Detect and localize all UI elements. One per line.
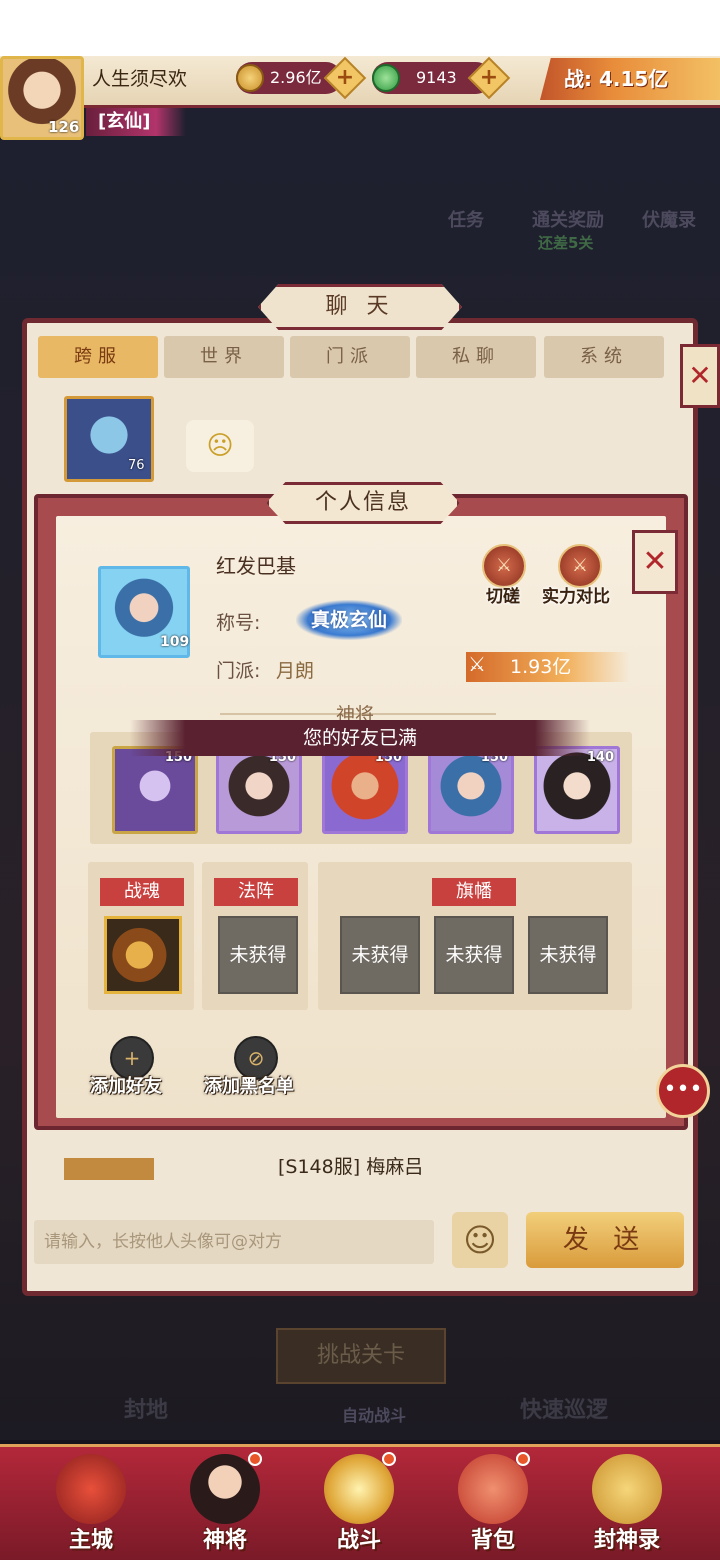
formation-label: 法阵 xyxy=(214,878,298,906)
chat-message-text: [S148服] 梅麻吕 xyxy=(278,1156,424,1178)
gold-value: 2.96亿 xyxy=(270,68,322,87)
add-friend-icon: + xyxy=(123,1046,141,1070)
spar-label: 切磋 xyxy=(486,587,520,607)
banner-slot: 未获得 xyxy=(434,916,514,994)
nav-main-city[interactable]: 主城 xyxy=(36,1450,146,1556)
tab-cross-server[interactable]: 跨服 xyxy=(38,336,158,378)
message-avatar-2[interactable] xyxy=(64,1158,154,1180)
general-card[interactable]: 150 xyxy=(216,746,302,834)
add-blacklist-label[interactable]: 添加黑名单 xyxy=(204,1072,294,1098)
notification-dot xyxy=(516,1452,530,1466)
sect-value: 月朗 xyxy=(276,660,315,682)
target-power: 1.93亿 xyxy=(466,652,630,682)
general-card[interactable]: 150 xyxy=(322,746,408,834)
player-level: 126 xyxy=(48,118,80,136)
gold-coin-icon xyxy=(236,64,264,92)
title-badge: 真极玄仙 xyxy=(296,600,402,640)
player-rank: [玄仙] xyxy=(86,108,186,136)
add-friend-label[interactable]: 添加好友 xyxy=(90,1072,162,1098)
general-portrait-icon xyxy=(190,1454,260,1524)
crossed-swords-icon xyxy=(324,1454,394,1524)
spar-icon: ⚔ xyxy=(495,555,513,576)
emoji-message-icon: ☹ xyxy=(186,420,254,472)
chat-input[interactable]: 请输入，长按他人头像可@对方 xyxy=(34,1220,434,1264)
emoji-button[interactable]: ☺ xyxy=(452,1212,508,1268)
task-label: 任务 xyxy=(448,210,484,231)
status-bar xyxy=(0,0,720,56)
target-level: 109 xyxy=(160,634,190,650)
sword-icon: ⚔ xyxy=(468,652,486,676)
blacklist-icon: ⊘ xyxy=(247,1046,265,1070)
chat-bubble-icon: ••• xyxy=(663,1077,703,1102)
nav-backpack[interactable]: 背包 xyxy=(438,1450,548,1556)
tab-world[interactable]: 世界 xyxy=(164,336,284,378)
banner-slot: 未获得 xyxy=(340,916,420,994)
remaining-levels: 还差5关 xyxy=(538,234,594,252)
tab-system[interactable]: 系统 xyxy=(544,336,664,378)
banner-label: 旗幡 xyxy=(432,878,516,906)
sect-label: 门派: xyxy=(216,660,261,682)
chat-bubble-button[interactable]: ••• xyxy=(656,1064,710,1118)
chat-close-button[interactable]: ✕ xyxy=(680,344,720,408)
profile-title: 个人信息 xyxy=(266,482,460,524)
title-label: 称号: xyxy=(216,612,261,634)
general-card[interactable]: 140 xyxy=(534,746,620,834)
chat-title: 聊 天 xyxy=(258,284,462,330)
tab-sect[interactable]: 门派 xyxy=(290,336,410,378)
jade-icon xyxy=(372,64,400,92)
quick-patrol-label: 快速巡逻 xyxy=(520,1398,609,1423)
city-gate-icon xyxy=(56,1454,126,1524)
clear-reward-label: 通关奖励 xyxy=(532,210,604,231)
banner-slot: 未获得 xyxy=(528,916,608,994)
notification-dot xyxy=(248,1452,262,1466)
nav-generals[interactable]: 神将 xyxy=(170,1450,280,1556)
notification-dot xyxy=(382,1452,396,1466)
total-power: 战: 4.15亿 xyxy=(540,58,720,100)
fief-label: 封地 xyxy=(124,1398,169,1423)
formation-slot: 未获得 xyxy=(218,916,298,994)
demon-record-label: 伏魔录 xyxy=(642,210,696,231)
send-button[interactable]: 发 送 xyxy=(526,1212,684,1268)
war-soul-dragon[interactable] xyxy=(104,916,182,994)
friend-list-full-toast: 您的好友已满 xyxy=(130,720,590,756)
target-name: 红发巴基 xyxy=(216,554,296,578)
backpack-icon xyxy=(458,1454,528,1524)
general-card[interactable]: 150 xyxy=(428,746,514,834)
nav-fengshen-record[interactable]: 封神录 xyxy=(572,1450,682,1556)
challenge-button: 挑战关卡 xyxy=(276,1328,446,1384)
profile-close-button[interactable]: ✕ xyxy=(632,530,678,594)
jade-value: 9143 xyxy=(416,68,457,87)
golden-book-icon xyxy=(592,1454,662,1524)
nav-battle[interactable]: 战斗 xyxy=(304,1450,414,1556)
war-soul-label: 战魂 xyxy=(100,878,184,906)
compare-icon: ⚔ xyxy=(571,555,589,576)
player-name: 人生须尽欢 xyxy=(92,68,188,90)
tab-private[interactable]: 私聊 xyxy=(416,336,536,378)
compare-label: 实力对比 xyxy=(542,587,610,607)
message-avatar-level: 76 xyxy=(128,458,145,473)
general-card[interactable]: 150 xyxy=(112,746,198,834)
auto-battle-label: 自动战斗 xyxy=(342,1406,407,1425)
